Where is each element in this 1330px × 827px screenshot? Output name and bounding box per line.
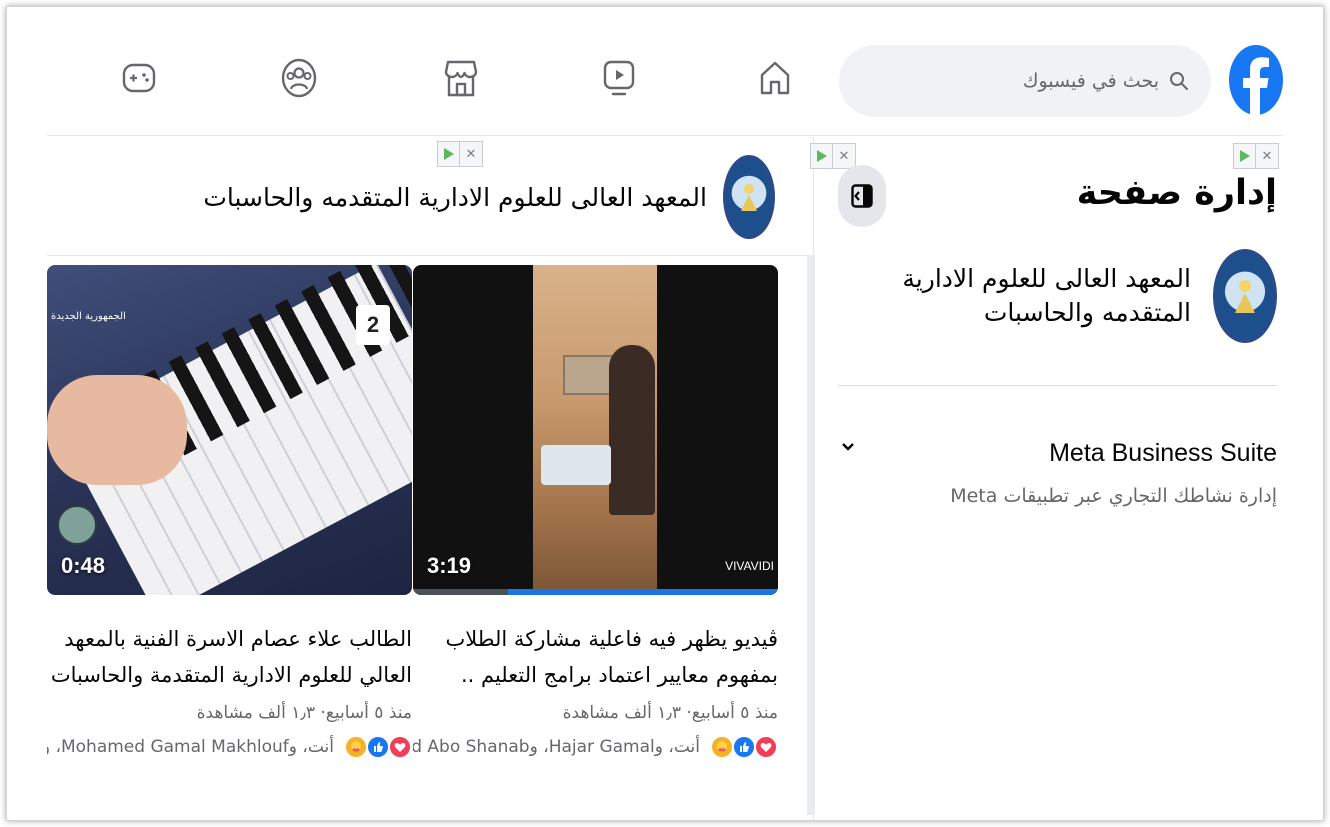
care-reaction-icon xyxy=(344,735,368,759)
video-thumbnail[interactable]: 2 الجمهورية الجديدة 0:48 xyxy=(47,265,412,595)
groups-icon xyxy=(281,58,317,98)
window-frame: ✕ المعهد العالى للعلوم الادارية المتقدمه… xyxy=(6,6,1324,821)
reactions-summary[interactable]: أنت، وMohamed Gamal Makhlouf، و xyxy=(47,735,412,759)
nav-gaming[interactable] xyxy=(117,55,161,101)
page-video-feed: ✕ المعهد العالى للعلوم الادارية المتقدمه… xyxy=(7,137,815,820)
video-title-text[interactable]: ڤيديو يظهر فيه فاعلية مشاركة الطلاب بمفه… xyxy=(446,627,779,687)
video-meta: منذ ٥ أسابيع· ١٫٣ ألف مشاهدة xyxy=(196,703,412,723)
facebook-logo-icon[interactable] xyxy=(1229,45,1283,115)
play-icon xyxy=(811,144,833,168)
nav-watch[interactable] xyxy=(597,55,641,101)
video-watermark: VIVAVIDI xyxy=(725,559,774,573)
video-meta: منذ ٥ أسابيع· ١٫٣ ألف مشاهدة xyxy=(562,703,778,723)
channel-label: الجمهورية الجديدة xyxy=(51,311,126,322)
search-input[interactable] xyxy=(861,70,1159,92)
person-silhouette xyxy=(609,345,655,515)
marketplace-icon xyxy=(444,60,478,97)
page-avatar[interactable] xyxy=(1213,249,1277,343)
video-duration: 0:48 xyxy=(61,553,106,578)
video-title[interactable]: ڤيديو يظهر فيه فاعلية مشاركة الطلاب بمفه… xyxy=(413,621,779,693)
video-card[interactable]: VIVAVIDI 3:19 ڤيديو يظهر فيه فاعلية مشار… xyxy=(413,265,778,759)
chevron-down-icon[interactable] xyxy=(840,441,856,453)
reactors-names[interactable]: أنت، وHajar Gamal، وMohamed Abo Shanab xyxy=(413,737,700,757)
love-reaction-icon xyxy=(754,735,778,759)
close-icon: ✕ xyxy=(838,148,850,164)
video-title[interactable]: الطالب علاء عصام الاسرة الفنية بالمعهد ا… xyxy=(47,621,412,693)
sidebar-divider xyxy=(838,385,1277,386)
page-avatar[interactable] xyxy=(723,155,775,239)
collapse-sidebar-button[interactable] xyxy=(838,165,886,227)
managed-page-item[interactable]: المعهد العالى للعلوم الادارية المتقدمه و… xyxy=(901,249,1277,343)
video-progress-bar xyxy=(413,589,778,595)
video-progress-fill xyxy=(507,589,778,595)
gaming-icon xyxy=(122,63,156,93)
search-icon xyxy=(1170,72,1188,90)
sidebar-toggle-icon xyxy=(851,184,873,208)
managed-page-name[interactable]: المعهد العالى للعلوم الادارية المتقدمه و… xyxy=(901,262,1191,330)
table xyxy=(541,445,611,485)
channel-logo-icon xyxy=(57,505,97,545)
reactors-names[interactable]: أنت، وMohamed Gamal Makhlouf، و xyxy=(47,737,334,757)
institute-logo-icon xyxy=(1235,280,1255,313)
video-icon xyxy=(603,60,635,96)
channel-badge: 2 xyxy=(356,305,390,345)
feed-divider xyxy=(47,255,815,256)
home-icon xyxy=(760,61,790,95)
video-card[interactable]: 2 الجمهورية الجديدة 0:48 الطالب علاء عصا… xyxy=(47,265,412,759)
care-reaction-icon xyxy=(710,735,734,759)
like-reaction-icon xyxy=(366,735,390,759)
video-duration: 3:19 xyxy=(427,553,472,578)
top-divider xyxy=(47,135,1283,136)
top-navigation-bar xyxy=(7,7,1323,135)
play-icon xyxy=(1234,144,1256,168)
hand xyxy=(47,375,187,485)
love-reaction-icon xyxy=(388,735,412,759)
adblock-marker[interactable]: ✕ xyxy=(810,143,856,169)
institute-logo-icon xyxy=(741,184,757,211)
nav-groups[interactable] xyxy=(277,55,321,101)
business-suite-title[interactable]: Meta Business Suite xyxy=(1049,439,1277,468)
manage-page-panel: ✕ ✕ إدارة صفحة المعهد العالى للعلوم الاد… xyxy=(810,137,1323,820)
feed-page-title[interactable]: المعهد العالى للعلوم الادارية المتقدمه و… xyxy=(203,183,707,212)
nav-home[interactable] xyxy=(753,55,797,101)
search-box[interactable] xyxy=(839,45,1211,117)
adblock-marker[interactable]: ✕ xyxy=(1233,143,1279,169)
business-suite-subtitle: إدارة نشاطك التجاري عبر تطبيقات Meta xyxy=(950,485,1277,507)
like-reaction-icon xyxy=(732,735,756,759)
feed-page-header[interactable]: المعهد العالى للعلوم الادارية المتقدمه و… xyxy=(203,155,775,239)
video-thumbnail[interactable]: VIVAVIDI 3:19 xyxy=(413,265,778,595)
manage-page-title: إدارة صفحة xyxy=(1076,173,1277,213)
reactions-summary[interactable]: أنت، وHajar Gamal، وMohamed Abo Shanab xyxy=(413,735,778,759)
nav-marketplace[interactable] xyxy=(439,55,483,101)
close-icon: ✕ xyxy=(1261,148,1273,164)
